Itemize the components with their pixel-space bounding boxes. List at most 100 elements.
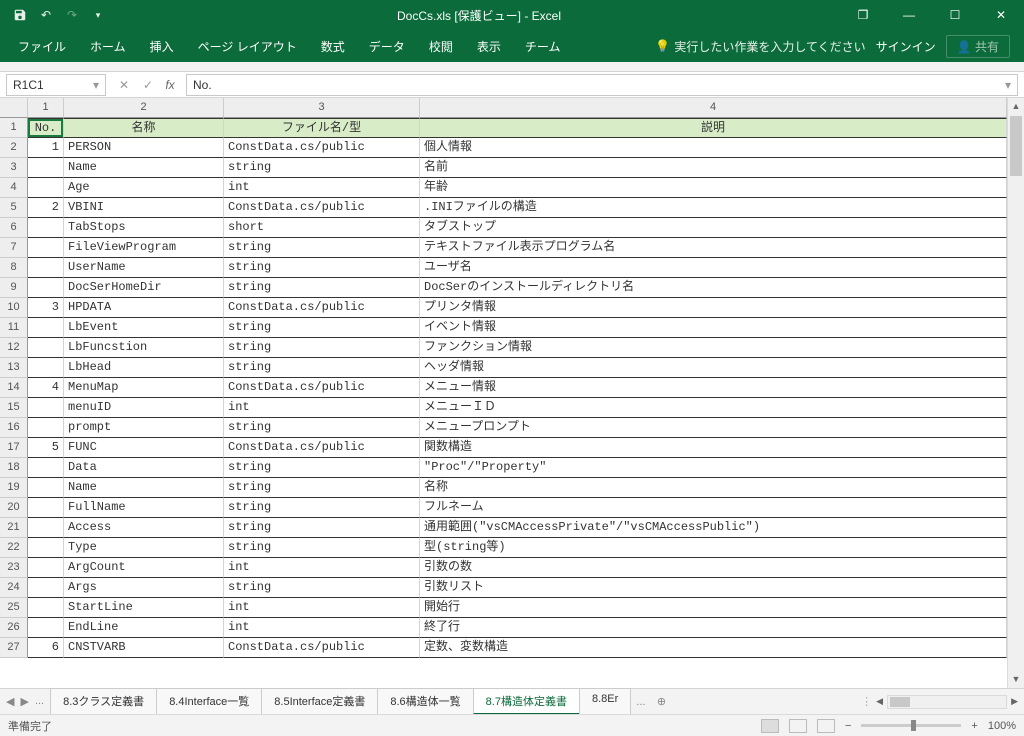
cell[interactable] xyxy=(28,218,64,238)
row-header[interactable]: 3 xyxy=(0,158,28,178)
cell[interactable]: short xyxy=(224,218,420,238)
cell[interactable]: string xyxy=(224,278,420,298)
page-layout-view-icon[interactable] xyxy=(789,719,807,733)
add-sheet-icon[interactable]: ⊕ xyxy=(651,695,671,708)
cell[interactable]: string xyxy=(224,318,420,338)
cell[interactable]: int xyxy=(224,178,420,198)
cells-grid[interactable]: No.名称ファイル名/型説明1PERSONConstData.cs/public… xyxy=(28,118,1007,688)
cell[interactable]: Name xyxy=(64,478,224,498)
row-header[interactable]: 9 xyxy=(0,278,28,298)
zoom-level[interactable]: 100% xyxy=(988,720,1016,732)
cell[interactable]: 6 xyxy=(28,638,64,658)
cell[interactable]: string xyxy=(224,518,420,538)
row-header[interactable]: 23 xyxy=(0,558,28,578)
row-header[interactable]: 25 xyxy=(0,598,28,618)
qat-customize-icon[interactable]: ▾ xyxy=(88,5,108,25)
cell[interactable]: イベント情報 xyxy=(420,318,1007,338)
cell[interactable]: EndLine xyxy=(64,618,224,638)
page-break-view-icon[interactable] xyxy=(817,719,835,733)
cell[interactable]: string xyxy=(224,258,420,278)
cell[interactable]: ConstData.cs/public xyxy=(224,638,420,658)
cell[interactable]: string xyxy=(224,538,420,558)
cell[interactable]: ユーザ名 xyxy=(420,258,1007,278)
row-header[interactable]: 12 xyxy=(0,338,28,358)
minimize-button[interactable]: — xyxy=(886,0,932,30)
cell[interactable]: LbHead xyxy=(64,358,224,378)
undo-icon[interactable]: ↶ xyxy=(36,5,56,25)
cell[interactable]: string xyxy=(224,158,420,178)
sheet-tab[interactable]: 8.4Interface一覧 xyxy=(156,688,262,715)
horizontal-scrollbar[interactable] xyxy=(887,695,1007,709)
row-header[interactable]: 14 xyxy=(0,378,28,398)
cell[interactable]: 開始行 xyxy=(420,598,1007,618)
column-header[interactable]: 2 xyxy=(64,98,224,118)
cell[interactable] xyxy=(28,618,64,638)
row-header[interactable]: 20 xyxy=(0,498,28,518)
cell[interactable]: メニュープロンプト xyxy=(420,418,1007,438)
cell[interactable]: 名前 xyxy=(420,158,1007,178)
cell[interactable]: メニューＩＤ xyxy=(420,398,1007,418)
cell[interactable]: 引数の数 xyxy=(420,558,1007,578)
row-header[interactable]: 2 xyxy=(0,138,28,158)
row-header[interactable]: 19 xyxy=(0,478,28,498)
cell[interactable] xyxy=(28,258,64,278)
header-cell[interactable]: 説明 xyxy=(420,118,1007,138)
cell[interactable]: 引数リスト xyxy=(420,578,1007,598)
row-header[interactable]: 11 xyxy=(0,318,28,338)
header-cell[interactable]: No. xyxy=(28,118,64,138)
ribbon-tab[interactable]: 表示 xyxy=(465,32,513,61)
fx-icon[interactable]: fx xyxy=(160,78,180,92)
cell[interactable] xyxy=(28,158,64,178)
ribbon-tab[interactable]: 数式 xyxy=(309,32,357,61)
cell[interactable]: string xyxy=(224,578,420,598)
cell[interactable] xyxy=(28,498,64,518)
cell[interactable] xyxy=(28,558,64,578)
select-all-corner[interactable] xyxy=(0,98,28,118)
cell[interactable]: 年齢 xyxy=(420,178,1007,198)
zoom-slider[interactable] xyxy=(861,724,961,727)
cell[interactable]: ConstData.cs/public xyxy=(224,198,420,218)
cell[interactable]: FullName xyxy=(64,498,224,518)
row-header[interactable]: 13 xyxy=(0,358,28,378)
row-header[interactable]: 26 xyxy=(0,618,28,638)
normal-view-icon[interactable] xyxy=(761,719,779,733)
cell[interactable]: int xyxy=(224,398,420,418)
redo-icon[interactable]: ↷ xyxy=(62,5,82,25)
cell[interactable]: ConstData.cs/public xyxy=(224,438,420,458)
vertical-scrollbar[interactable]: ▲ ▼ xyxy=(1007,98,1024,688)
cell[interactable]: ConstData.cs/public xyxy=(224,138,420,158)
close-button[interactable]: ✕ xyxy=(978,0,1024,30)
row-header[interactable]: 5 xyxy=(0,198,28,218)
row-header[interactable]: 21 xyxy=(0,518,28,538)
cell[interactable]: string xyxy=(224,418,420,438)
cell[interactable]: Access xyxy=(64,518,224,538)
cell[interactable] xyxy=(28,478,64,498)
cell[interactable]: Args xyxy=(64,578,224,598)
cell[interactable]: FileViewProgram xyxy=(64,238,224,258)
cell[interactable]: DocSerのインストールディレクトリ名 xyxy=(420,278,1007,298)
formula-bar[interactable]: No. ▾ xyxy=(186,74,1018,96)
hscroll-right-icon[interactable]: ▶ xyxy=(1011,696,1018,707)
zoom-out-icon[interactable]: − xyxy=(845,720,851,732)
cell[interactable] xyxy=(28,578,64,598)
scroll-thumb[interactable] xyxy=(1010,116,1022,176)
signin-link[interactable]: サインイン xyxy=(876,38,936,55)
row-header[interactable]: 8 xyxy=(0,258,28,278)
row-header[interactable]: 10 xyxy=(0,298,28,318)
scroll-up-icon[interactable]: ▲ xyxy=(1008,98,1024,115)
cell[interactable]: string xyxy=(224,358,420,378)
cell[interactable] xyxy=(28,338,64,358)
ribbon-tab[interactable]: ファイル xyxy=(6,32,78,61)
cell[interactable] xyxy=(28,278,64,298)
cell[interactable]: int xyxy=(224,598,420,618)
row-header[interactable]: 7 xyxy=(0,238,28,258)
cell[interactable]: prompt xyxy=(64,418,224,438)
cell[interactable]: string xyxy=(224,478,420,498)
sheet-tab[interactable]: 8.6構造体一覧 xyxy=(377,688,473,715)
cell[interactable]: menuID xyxy=(64,398,224,418)
cell[interactable]: Name xyxy=(64,158,224,178)
cell[interactable]: ConstData.cs/public xyxy=(224,378,420,398)
cell[interactable]: MenuMap xyxy=(64,378,224,398)
cell[interactable] xyxy=(28,418,64,438)
cell[interactable]: string xyxy=(224,238,420,258)
